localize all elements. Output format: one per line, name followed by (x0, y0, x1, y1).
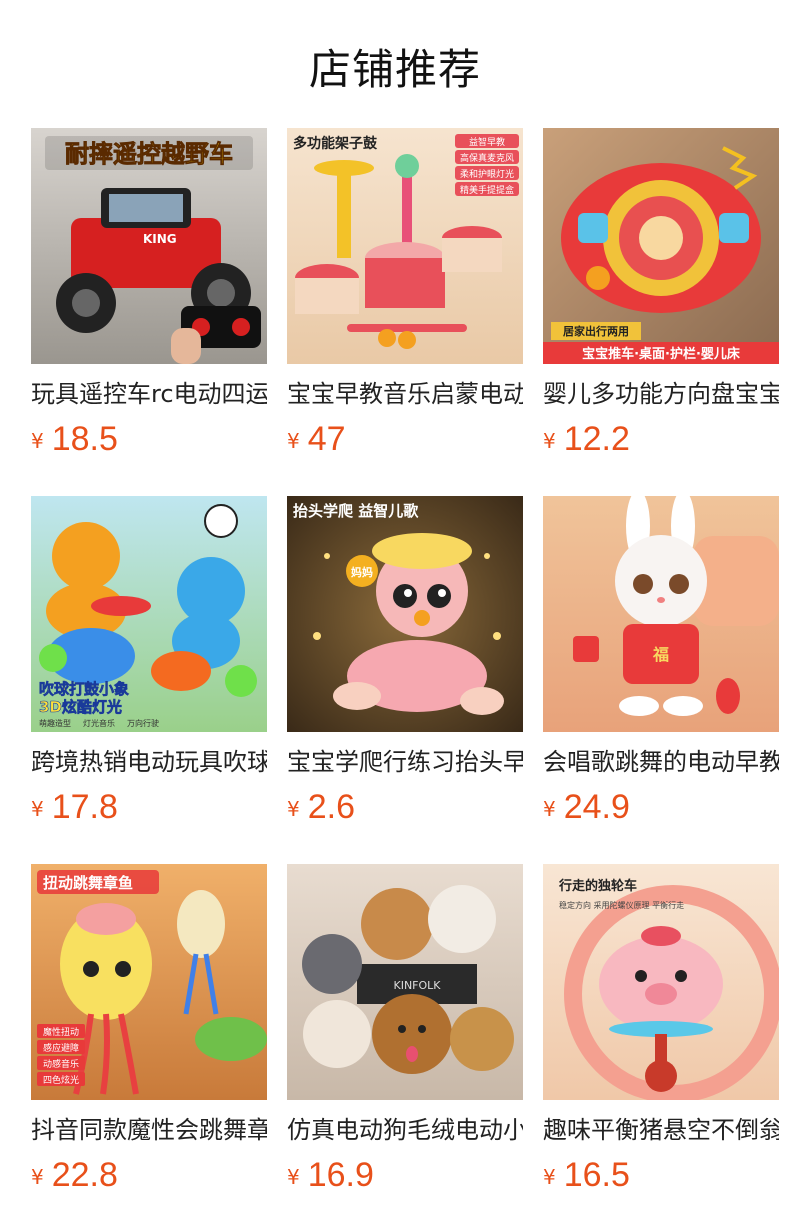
page-title: 店铺推荐 (308, 45, 481, 94)
svg-text:宝宝推车·桌面·护栏·婴儿床: 宝宝推车·桌面·护栏·婴儿床 (582, 346, 741, 362)
svg-text:抬头学爬 益智儿歌: 抬头学爬 益智儿歌 (293, 502, 419, 520)
currency-symbol: ¥ (287, 429, 300, 453)
product-card[interactable]: 行走的独轮车 稳定方向 采用陀螺仪原理 平衡行走 趣味平衡猪悬空不倒翁 ¥16.… (543, 864, 779, 1204)
product-price: ¥12.2 (543, 420, 630, 460)
product-card[interactable]: 吹球打鼓小象 3D炫酷灯光 萌趣造型 灯光音乐 万向行驶 跨境热销电动玩具吹球 … (31, 496, 267, 836)
svg-text:吹球打鼓小象: 吹球打鼓小象 (39, 680, 129, 698)
product-name[interactable]: 宝宝学爬行练习抬头早 (287, 746, 523, 778)
svg-text:多功能架子鼓: 多功能架子鼓 (293, 135, 378, 152)
product-card[interactable]: 多功能架子鼓 益智早教 高保真麦克风 柔和护眼灯光 精美手提提盒 宝宝早教音乐启… (287, 128, 523, 468)
price-amount: 2.6 (307, 788, 355, 826)
product-price: ¥2.6 (287, 788, 355, 828)
product-name[interactable]: 会唱歌跳舞的电动早教 (543, 746, 779, 778)
product-price: ¥16.9 (287, 1156, 374, 1196)
product-card[interactable]: 扭动跳舞章鱼 魔性扭动 感应避障 动感音乐 四色炫光 抖音同款魔性会跳舞章 ¥2… (31, 864, 267, 1204)
product-card[interactable]: 抬头学爬 益智儿歌 妈妈 宝宝学爬行练习抬头早 ¥2.6 (287, 496, 523, 836)
price-amount: 47 (307, 420, 346, 458)
product-image-rc-car[interactable]: 耐摔遥控越野车 KING (31, 128, 267, 364)
svg-text:四色炫光: 四色炫光 (43, 1074, 79, 1086)
svg-text:益智早教: 益智早教 (469, 136, 505, 148)
svg-text:柔和护眼灯光: 柔和护眼灯光 (460, 168, 514, 180)
price-amount: 17.8 (51, 788, 118, 826)
price-amount: 16.9 (307, 1156, 374, 1194)
product-name[interactable]: 抖音同款魔性会跳舞章 (31, 1114, 267, 1146)
currency-symbol: ¥ (543, 1165, 556, 1189)
product-price: ¥22.8 (31, 1156, 118, 1196)
currency-symbol: ¥ (31, 1165, 44, 1189)
currency-symbol: ¥ (287, 1165, 300, 1189)
product-image-dancing-rabbit[interactable]: 福 (543, 496, 779, 732)
currency-symbol: ¥ (287, 797, 300, 821)
svg-text:魔性扭动: 魔性扭动 (43, 1026, 79, 1038)
product-image-crawling-baby[interactable]: 抬头学爬 益智儿歌 妈妈 (287, 496, 523, 732)
svg-text:居家出行两用: 居家出行两用 (563, 324, 629, 338)
price-amount: 16.5 (563, 1156, 630, 1194)
svg-text:萌趣造型: 萌趣造型 (39, 718, 71, 728)
product-price: ¥16.5 (543, 1156, 630, 1196)
currency-symbol: ¥ (31, 797, 44, 821)
price-amount: 12.2 (563, 420, 630, 458)
svg-text:精美手提提盒: 精美手提提盒 (460, 184, 514, 196)
product-price: ¥24.9 (543, 788, 630, 828)
product-name[interactable]: 婴儿多功能方向盘宝宝 (543, 378, 779, 410)
product-name[interactable]: 趣味平衡猪悬空不倒翁 (543, 1114, 779, 1146)
product-image-elephant-toy[interactable]: 吹球打鼓小象 3D炫酷灯光 萌趣造型 灯光音乐 万向行驶 (31, 496, 267, 732)
product-price: ¥47 (287, 420, 346, 460)
svg-text:扭动跳舞章鱼: 扭动跳舞章鱼 (43, 874, 133, 892)
svg-text:耐摔遥控越野车: 耐摔遥控越野车 (65, 140, 233, 168)
currency-symbol: ¥ (543, 429, 556, 453)
product-image-balancing-pig[interactable]: 行走的独轮车 稳定方向 采用陀螺仪原理 平衡行走 (543, 864, 779, 1100)
svg-text:动感音乐: 动感音乐 (43, 1058, 79, 1070)
product-name[interactable]: 玩具遥控车rc电动四运 (31, 378, 267, 410)
product-card[interactable]: KINFOLK 仿真电动狗毛绒电动小 ¥16.9 (287, 864, 523, 1204)
svg-text:福: 福 (652, 645, 669, 664)
svg-text:稳定方向 采用陀螺仪原理 平衡行走: 稳定方向 采用陀螺仪原理 平衡行走 (559, 900, 684, 910)
svg-text:高保真麦克风: 高保真麦克风 (460, 152, 514, 164)
svg-text:KINFOLK: KINFOLK (393, 979, 441, 992)
product-name[interactable]: 跨境热销电动玩具吹球 (31, 746, 267, 778)
product-image-dancing-octopus[interactable]: 扭动跳舞章鱼 魔性扭动 感应避障 动感音乐 四色炫光 (31, 864, 267, 1100)
product-price: ¥17.8 (31, 788, 118, 828)
product-name[interactable]: 仿真电动狗毛绒电动小 (287, 1114, 523, 1146)
product-image-plush-dogs[interactable]: KINFOLK (287, 864, 523, 1100)
product-card[interactable]: 耐摔遥控越野车 KING 玩具遥控车rc电动四运 ¥18.5 (31, 128, 267, 468)
svg-text:3D炫酷灯光: 3D炫酷灯光 (39, 698, 122, 716)
svg-text:灯光音乐: 灯光音乐 (83, 718, 115, 728)
price-amount: 24.9 (563, 788, 630, 826)
currency-symbol: ¥ (543, 797, 556, 821)
product-image-steering-wheel[interactable]: 居家出行两用 宝宝推车·桌面·护栏·婴儿床 (543, 128, 779, 364)
product-card[interactable]: 福 会唱歌跳舞的电动早教 ¥24.9 (543, 496, 779, 836)
product-image-drum-kit[interactable]: 多功能架子鼓 益智早教 高保真麦克风 柔和护眼灯光 精美手提提盒 (287, 128, 523, 364)
svg-text:感应避障: 感应避障 (43, 1042, 79, 1054)
product-name[interactable]: 宝宝早教音乐启蒙电动 (287, 378, 523, 410)
svg-text:行走的独轮车: 行走的独轮车 (558, 878, 637, 894)
product-card[interactable]: 居家出行两用 宝宝推车·桌面·护栏·婴儿床 婴儿多功能方向盘宝宝 ¥12.2 (543, 128, 779, 468)
svg-text:妈妈: 妈妈 (351, 565, 373, 579)
price-amount: 22.8 (51, 1156, 118, 1194)
price-amount: 18.5 (51, 420, 118, 458)
svg-text:万向行驶: 万向行驶 (127, 718, 159, 728)
currency-symbol: ¥ (31, 429, 44, 453)
product-price: ¥18.5 (31, 420, 118, 460)
svg-text:KING: KING (143, 232, 177, 246)
